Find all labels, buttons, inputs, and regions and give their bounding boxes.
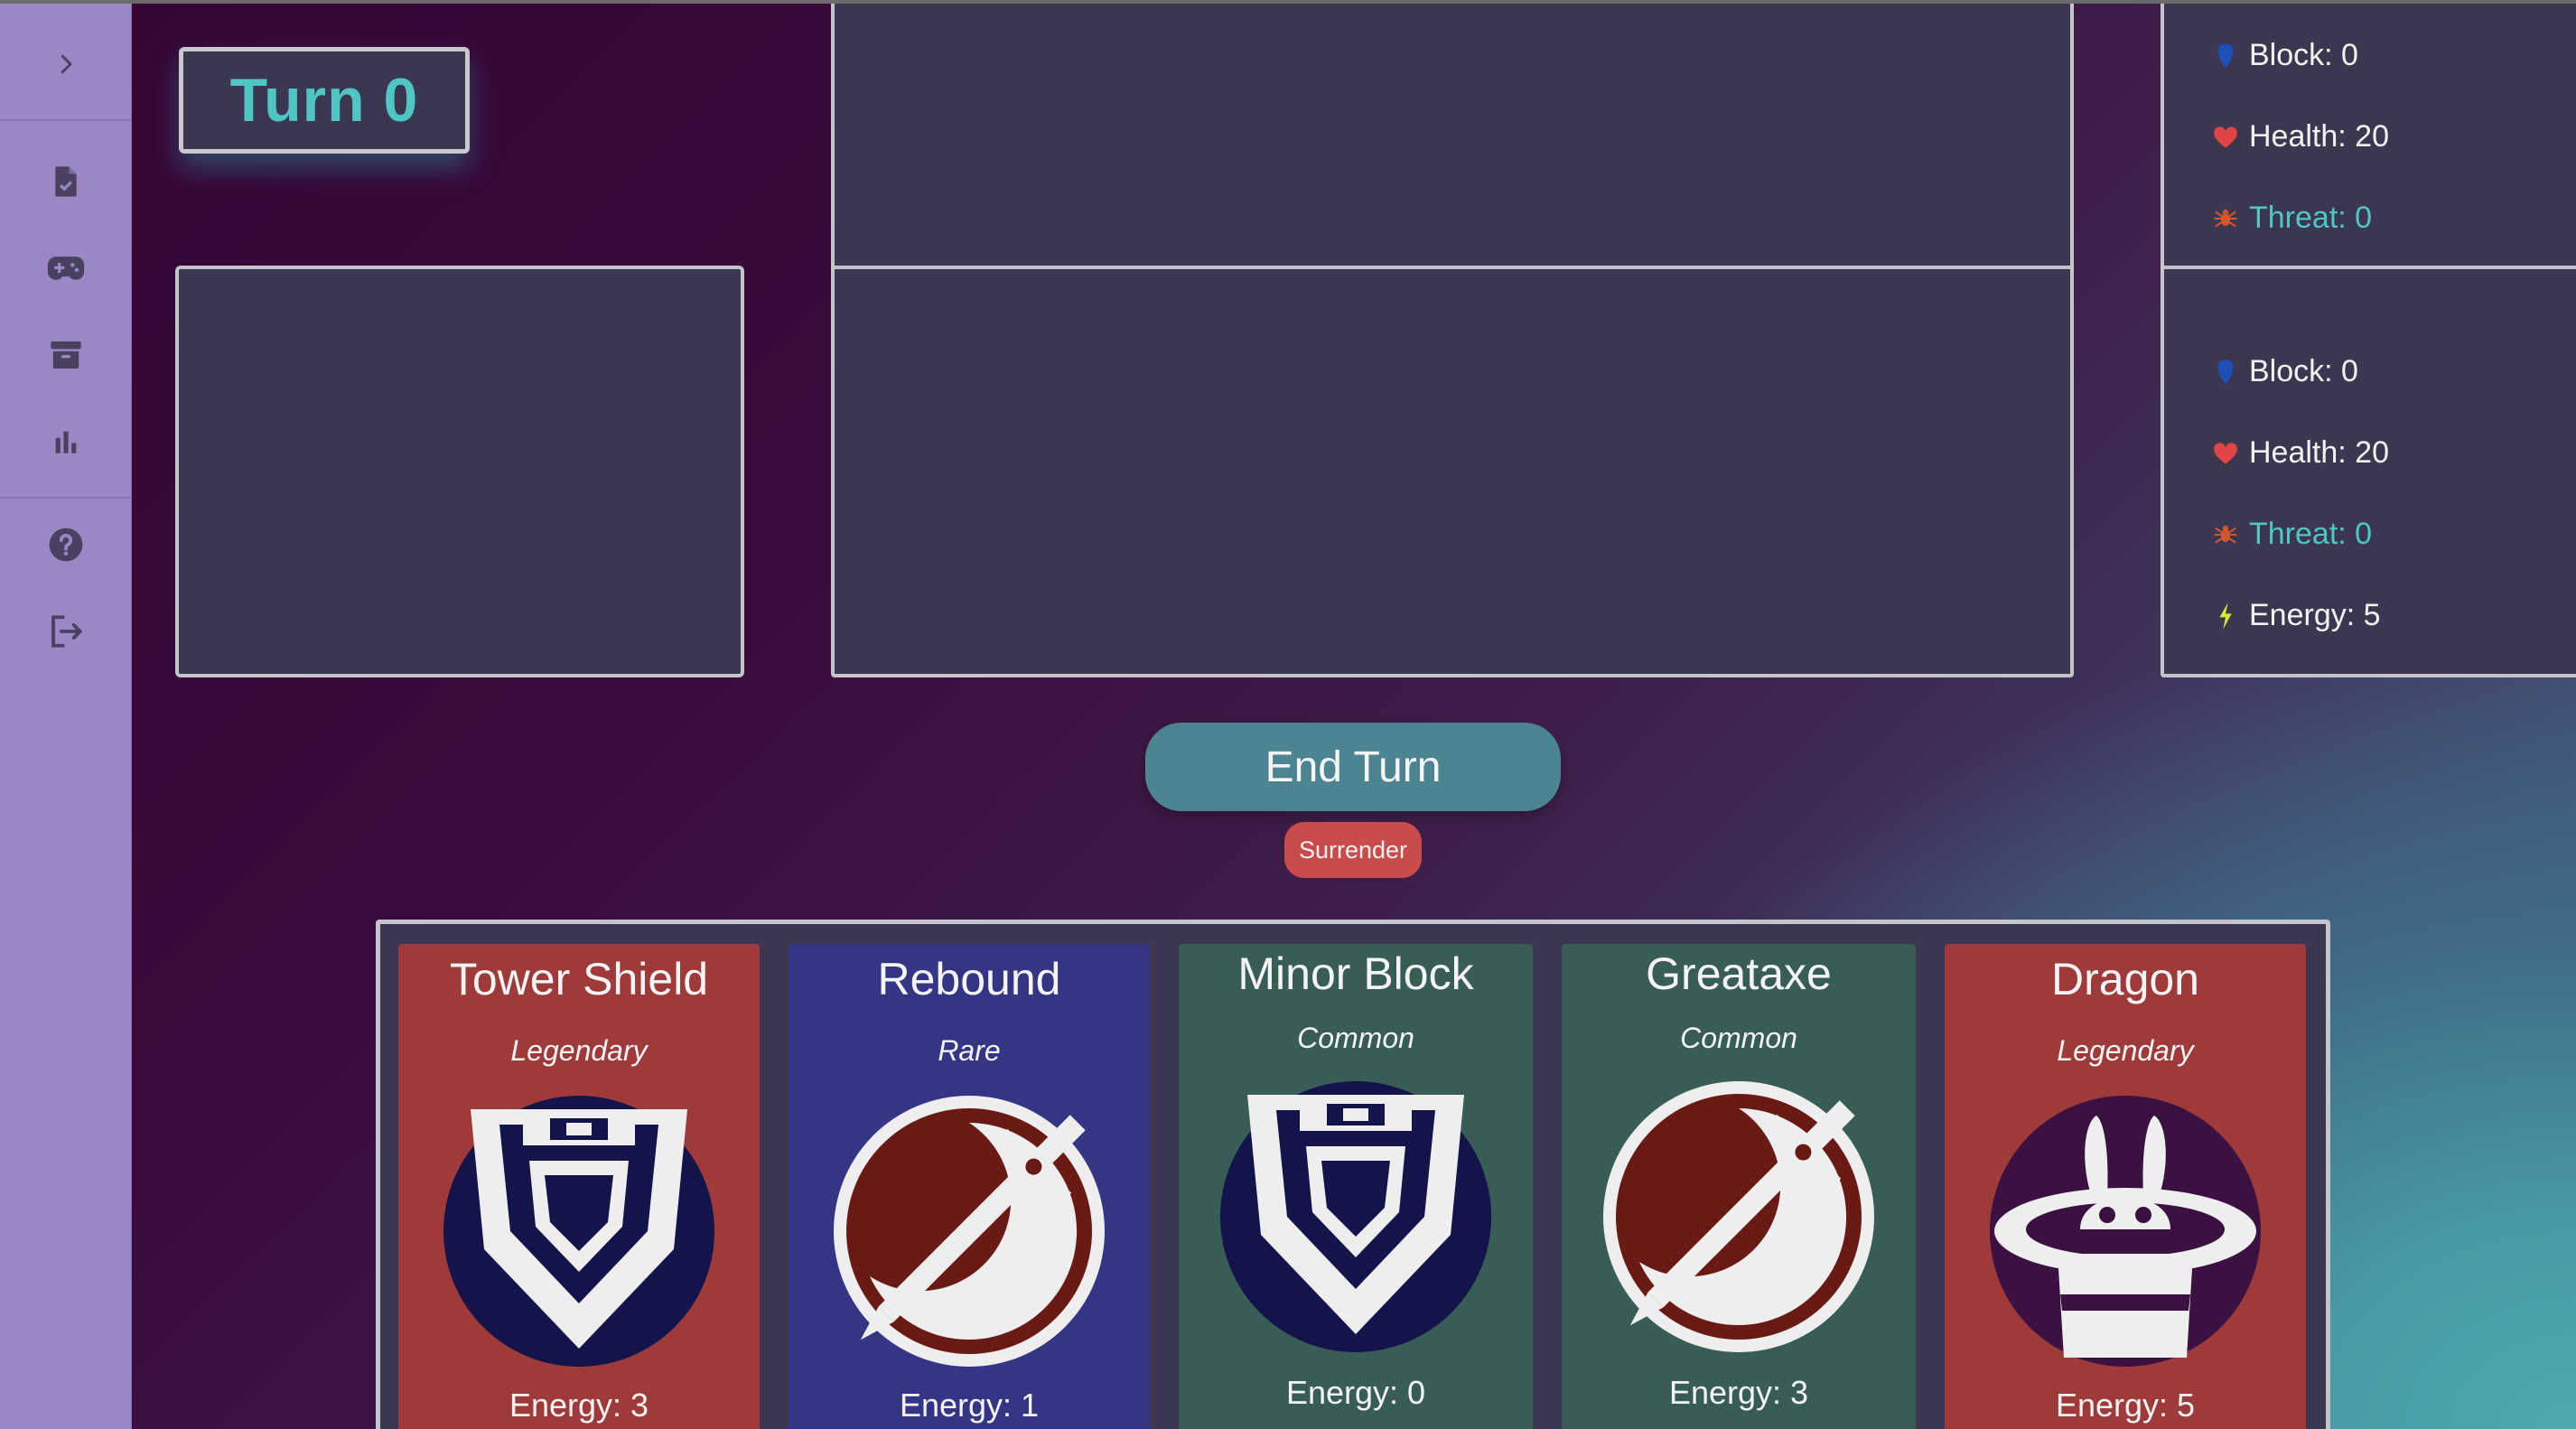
lightning-icon	[2219, 602, 2232, 630]
card-art	[443, 1096, 714, 1367]
heart-icon	[2214, 126, 2237, 148]
top-border	[0, 0, 2576, 4]
sidebar-item-play[interactable]	[0, 240, 132, 296]
battle-area: Turn 0 Block: 0 Health: 20 Threat: 0 Blo…	[132, 0, 2576, 1429]
block-shield-icon	[2217, 42, 2234, 69]
card-rebound[interactable]: Rebound Rare Energy: 1	[789, 944, 1150, 1429]
enemy-block-stat: Block: 0	[2211, 38, 2358, 73]
chevron-right-icon	[61, 54, 72, 74]
card-rarity: Common	[1297, 1022, 1414, 1054]
card-rarity: Rare	[938, 1034, 1001, 1067]
card-rarity: Legendary	[2057, 1034, 2194, 1067]
player-stats-panel: Block: 0 Health: 20 Threat: 0 Energy: 5	[2161, 266, 2576, 677]
help-icon	[49, 528, 83, 562]
card-minor-block[interactable]: Minor Block Common Energy: 0	[1179, 944, 1533, 1429]
document-check-icon	[55, 166, 77, 197]
card-title: Minor Block	[1237, 948, 1474, 999]
end-turn-button[interactable]: End Turn	[1145, 723, 1561, 811]
card-energy: Energy: 3	[1668, 1374, 1809, 1411]
player-threat-stat: Threat: 0	[2211, 517, 2372, 552]
surrender-button[interactable]: Surrender	[1284, 822, 1422, 878]
sidebar-item-tasks[interactable]	[0, 154, 132, 210]
enemy-health-stat: Health: 20	[2211, 119, 2389, 154]
card-rarity: Legendary	[510, 1034, 648, 1067]
sidebar-divider	[0, 497, 132, 499]
player-block-stat: Block: 0	[2211, 354, 2358, 389]
card-energy: Energy: 0	[1285, 1374, 1426, 1411]
card-title: Tower Shield	[449, 954, 709, 1004]
sword-icon	[834, 1096, 1105, 1367]
logout-icon	[51, 615, 82, 648]
card-art	[834, 1096, 1105, 1367]
player-board	[831, 266, 2074, 677]
card-energy: Energy: 5	[2055, 1387, 2196, 1424]
player-health-stat: Health: 20	[2211, 435, 2389, 471]
hand-panel: Tower Shield Legendary Energy: 3 Rebound…	[376, 920, 2330, 1429]
threat-spider-icon	[2214, 209, 2237, 228]
card-rarity: Common	[1680, 1022, 1797, 1054]
sidebar-item-help[interactable]	[0, 517, 132, 573]
card-art	[1603, 1081, 1874, 1352]
threat-spider-icon	[2214, 525, 2237, 544]
sidebar-toggle[interactable]	[0, 36, 132, 92]
card-title: Dragon	[2051, 954, 2199, 1004]
archive-icon	[51, 341, 81, 369]
sidebar-item-logout[interactable]	[0, 603, 132, 659]
enemy-threat-stat: Threat: 0	[2211, 201, 2372, 236]
game-screen: Turn 0 Block: 0 Health: 20 Threat: 0 Blo…	[0, 0, 2576, 1429]
sword-icon	[1603, 1081, 1874, 1352]
magic-hat-icon	[1990, 1096, 2261, 1367]
card-tower-shield[interactable]: Tower Shield Legendary Energy: 3	[398, 944, 760, 1429]
card-energy: Energy: 3	[509, 1387, 649, 1424]
card-dragon[interactable]: Dragon Legendary Energy: 5	[1945, 944, 2306, 1429]
card-art	[1220, 1081, 1491, 1352]
card-art	[1990, 1096, 2261, 1367]
gamepad-icon	[47, 257, 85, 280]
block-shield-icon	[2217, 359, 2234, 385]
enemy-board	[831, 0, 2074, 273]
turn-indicator: Turn 0	[179, 47, 470, 154]
bar-chart-icon	[55, 431, 77, 453]
player-portrait-panel	[175, 266, 744, 677]
heart-icon	[2214, 442, 2237, 464]
card-energy: Energy: 1	[899, 1387, 1040, 1424]
enemy-stats-panel: Block: 0 Health: 20 Threat: 0	[2161, 0, 2576, 273]
shield-icon	[443, 1096, 714, 1367]
sidebar-divider	[0, 119, 132, 121]
card-title: Rebound	[877, 954, 1061, 1004]
player-energy-stat: Energy: 5	[2211, 598, 2381, 633]
shield-icon	[1220, 1081, 1491, 1352]
sidebar-item-stats[interactable]	[0, 414, 132, 470]
card-title: Greataxe	[1646, 948, 1832, 999]
sidebar-item-archive[interactable]	[0, 327, 132, 383]
sidebar	[0, 4, 132, 1429]
card-greataxe[interactable]: Greataxe Common Energy: 3	[1562, 944, 1916, 1429]
turn-label: Turn 0	[229, 66, 419, 135]
